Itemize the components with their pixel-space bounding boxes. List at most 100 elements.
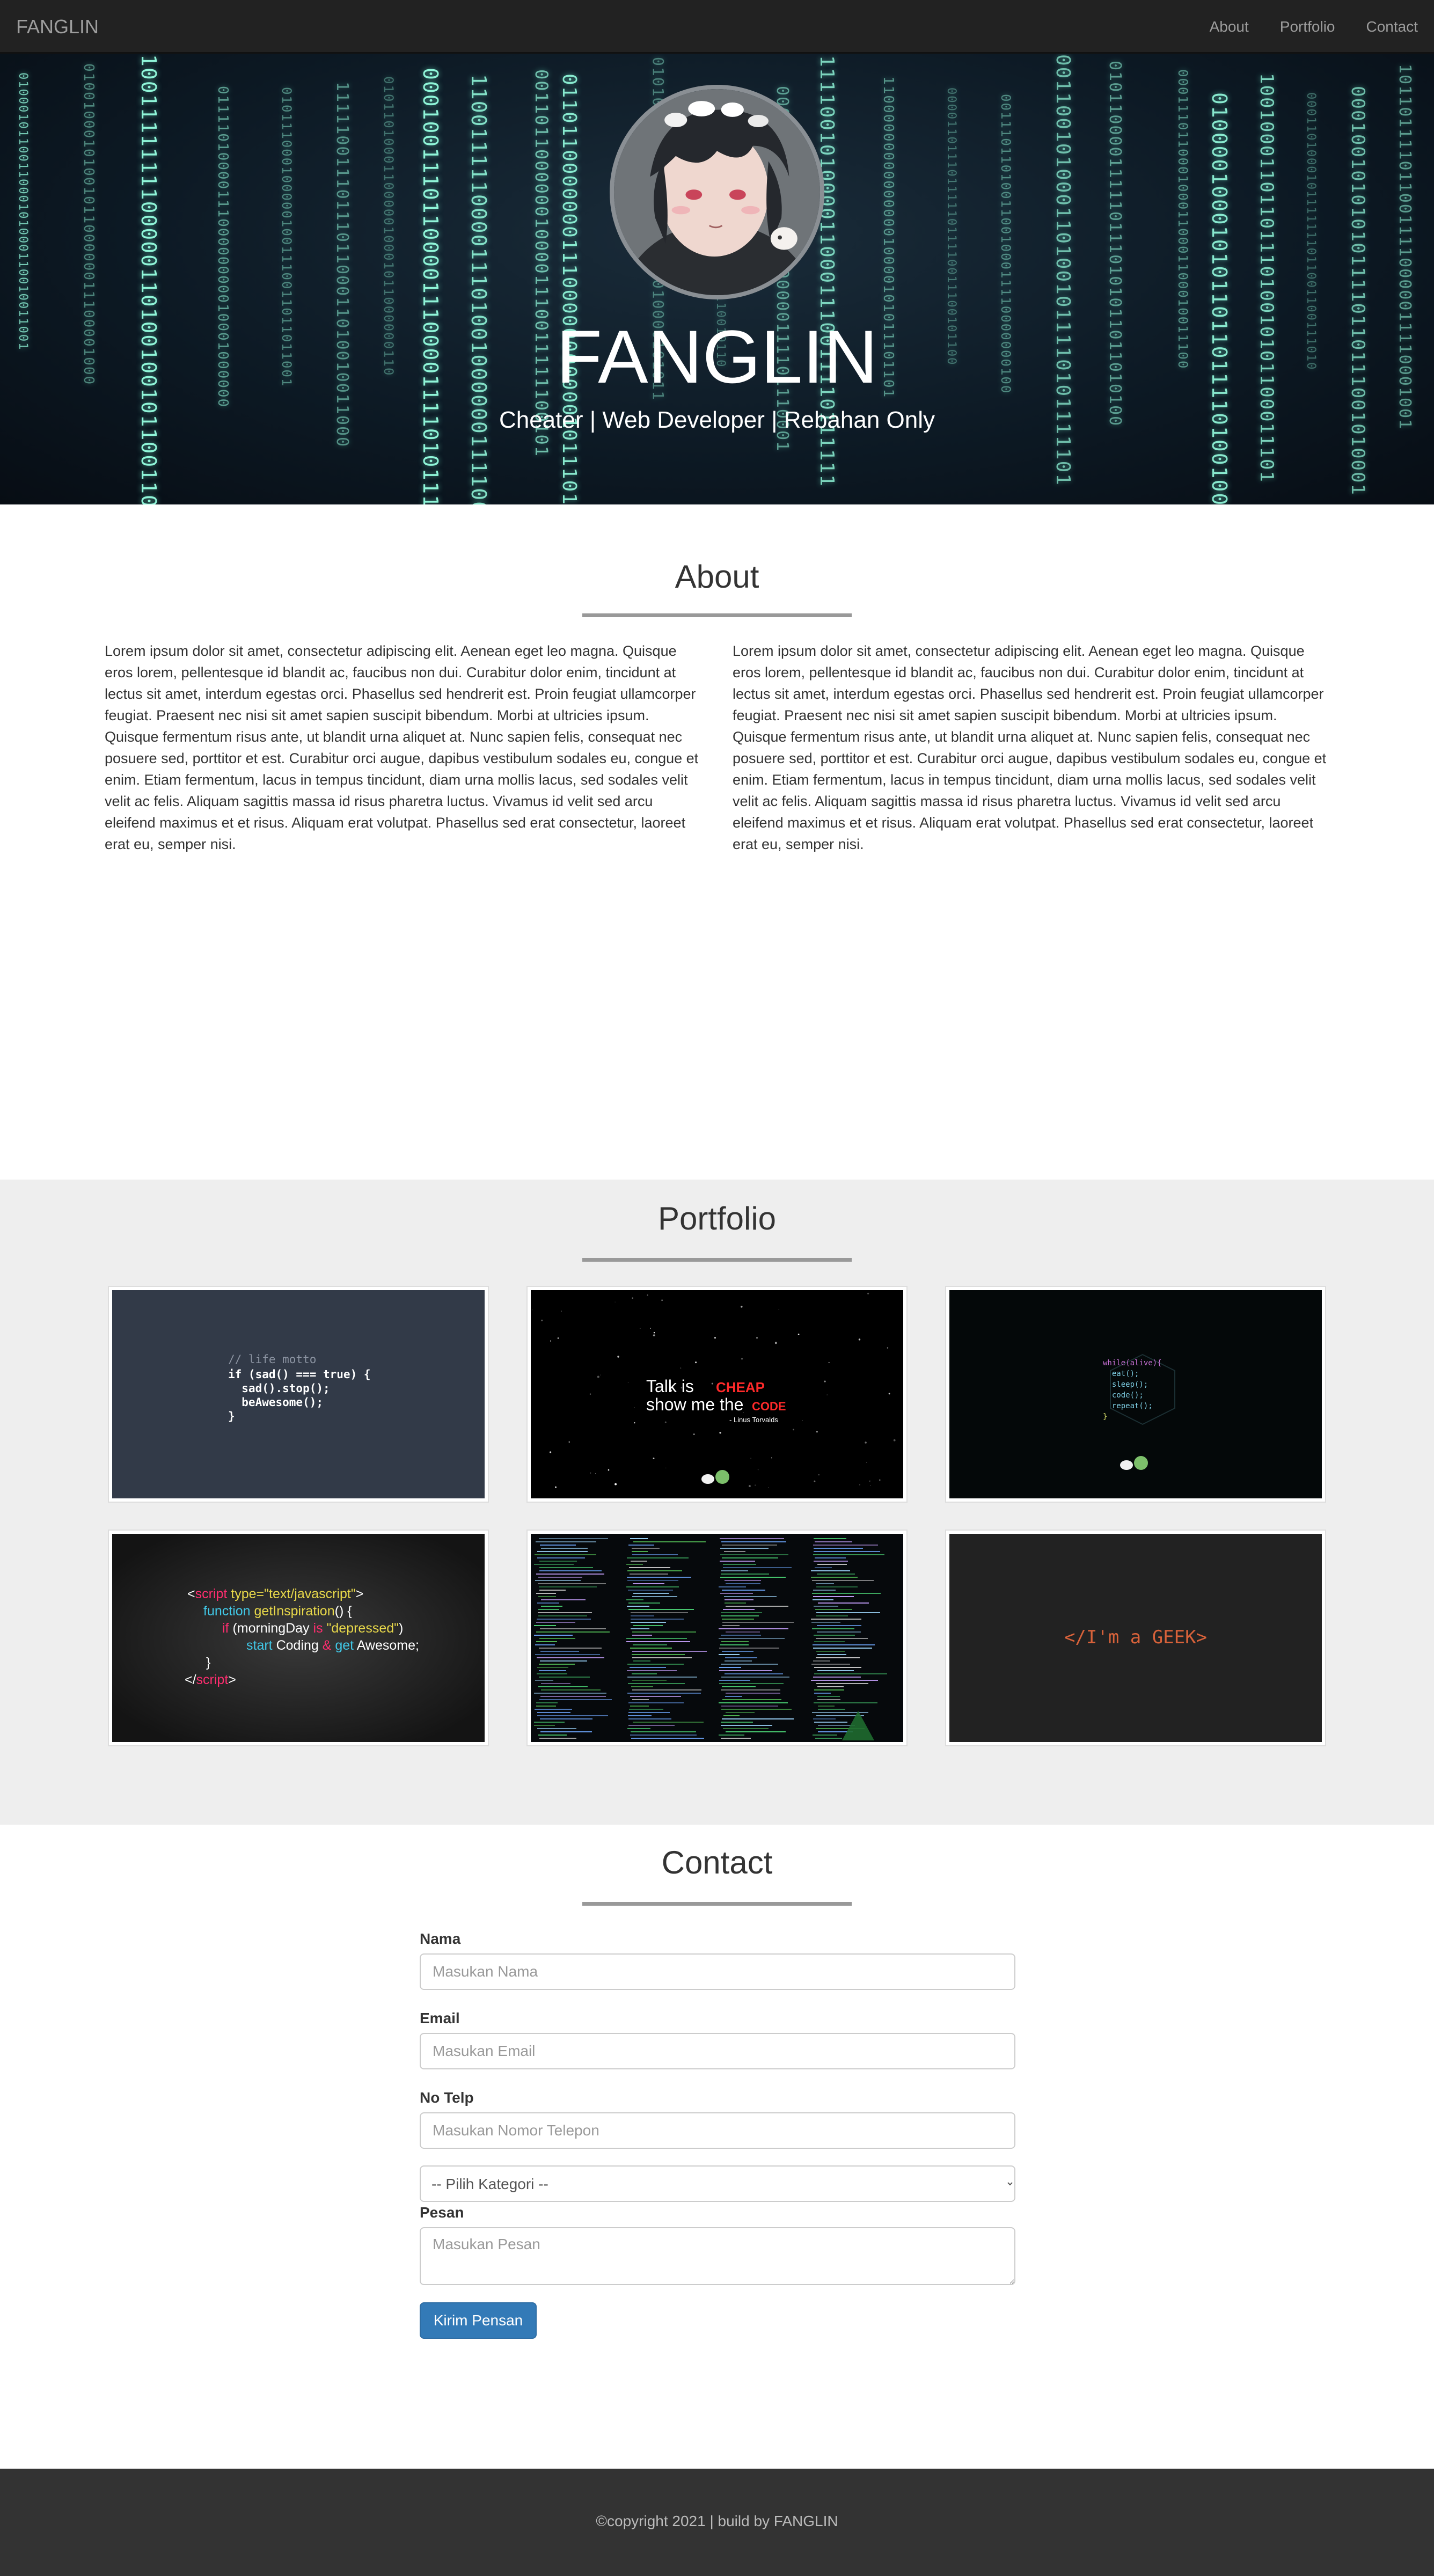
terminal-line [626,1641,690,1642]
terminal-line [811,1577,858,1578]
portfolio-item-talk-is-cheap[interactable]: Talk is CHEAP show me the CODE - Linus T… [528,1287,906,1502]
terminal-line [725,1580,761,1581]
terminal-line [539,1738,576,1739]
terminal-line [535,1554,596,1555]
portfolio-item-im-a-geek[interactable]: </I'm a GEEK> [946,1531,1325,1745]
terminal-line [633,1625,663,1626]
name-input[interactable] [420,1953,1015,1990]
terminal-line [632,1596,677,1597]
terminal-line [720,1548,769,1549]
star [695,1362,697,1364]
terminal-line [539,1638,575,1639]
terminal-line [632,1654,685,1655]
email-input[interactable] [420,2033,1015,2069]
terminal-line [722,1590,765,1591]
footer: ©copyright 2021 | build by FANGLIN [0,2469,1434,2576]
submit-button[interactable]: Kirim Pensan [420,2302,537,2339]
terminal-line [719,1586,746,1587]
portfolio-item-while-alive[interactable]: while(alive){ eat(); sleep(); code(); re… [946,1287,1325,1502]
motto-comment: // life motto [228,1353,316,1366]
loop-line: code(); [1103,1391,1144,1400]
terminal-line [626,1564,643,1565]
terminal-line [814,1551,880,1552]
terminal-line [631,1686,653,1687]
star [557,1337,559,1339]
loop-line: repeat(); [1103,1402,1153,1410]
terminal-line [722,1619,754,1620]
star [818,1474,820,1476]
terminal-line [720,1593,753,1594]
motto-line: } [228,1410,235,1423]
phone-input[interactable] [420,2112,1015,2149]
terminal-line [535,1654,600,1655]
navbar: FANGLIN About Portfolio Contact [0,0,1434,54]
nav-link-contact[interactable]: Contact [1366,17,1418,36]
terminal-line [725,1660,752,1662]
terminal-line [534,1635,573,1636]
star [756,1337,758,1339]
nav-link-portfolio[interactable]: Portfolio [1280,17,1335,36]
talk-line-1a: Talk is [646,1377,699,1396]
talk-is-cheap-image: Talk is CHEAP show me the CODE - Linus T… [531,1290,903,1498]
star [680,1367,682,1369]
terminal-line [818,1706,835,1707]
terminal-line [633,1722,704,1723]
talk-author: - Linus Torvalds [729,1416,778,1424]
terminal-line [722,1651,753,1652]
portfolio-item-life-motto[interactable]: // life motto if (sad() === true) { sad(… [109,1287,488,1502]
terminal-line [813,1735,837,1736]
terminal-line [632,1631,696,1633]
terminal-line [722,1625,740,1626]
message-textarea[interactable] [420,2227,1015,2285]
terminal-line [628,1702,684,1703]
terminal-line [721,1664,778,1665]
terminal-line [628,1590,673,1591]
portfolio-section: Portfolio // life motto if (sad() === tr… [0,1180,1434,1825]
category-select[interactable]: -- Pilih Kategori -- [420,2165,1015,2202]
terminal-line [811,1570,850,1571]
terminal-line [537,1551,588,1552]
star [750,1458,751,1459]
terminal-line [725,1673,783,1674]
terminal-line [726,1693,780,1694]
script-line-6: </script> [185,1672,236,1687]
terminal-line [536,1631,610,1633]
terminal-line [632,1673,657,1674]
terminal-line [723,1715,740,1716]
terminal-line [627,1670,677,1671]
terminal-line [633,1583,664,1584]
nav-link-about[interactable]: About [1210,17,1249,36]
terminal-line [811,1622,840,1623]
terminal-line [631,1628,649,1629]
terminal-line [814,1722,847,1723]
terminal-line [633,1644,667,1645]
terminal-line [538,1615,587,1616]
terminal-line [816,1657,860,1658]
star [828,1362,830,1363]
star [771,1457,772,1459]
binary-digit-column: 0100001000101011011011110100100001 [1208,92,1231,504]
about-paragraph-right: Lorem ipsum dolor sit amet, consectetur … [733,643,1327,852]
portfolio-item-script-inspiration[interactable]: <script type="text/javascript"> function… [109,1531,488,1745]
terminal-line [631,1738,704,1739]
terminal-line [724,1551,745,1552]
star [597,1375,599,1378]
navbar-brand[interactable]: FANGLIN [16,16,99,38]
star [798,1334,800,1335]
terminal-line [814,1667,861,1668]
terminal-line [539,1567,593,1568]
terminal-line [536,1622,575,1623]
terminal-line [722,1699,781,1700]
terminal-line [720,1577,786,1578]
terminal-line [815,1567,832,1568]
script-inspiration-image: <script type="text/javascript"> function… [112,1534,485,1742]
star [741,1306,743,1308]
terminal-line [628,1545,654,1546]
star [653,1457,655,1459]
terminal-line [540,1696,606,1697]
terminal-line [539,1670,566,1671]
hero-banner: 0100010110011000101000110010011001 010010… [0,54,1434,504]
terminal-line [721,1541,786,1542]
portfolio-item-terminal[interactable] [528,1531,906,1745]
terminal-line [719,1648,779,1649]
